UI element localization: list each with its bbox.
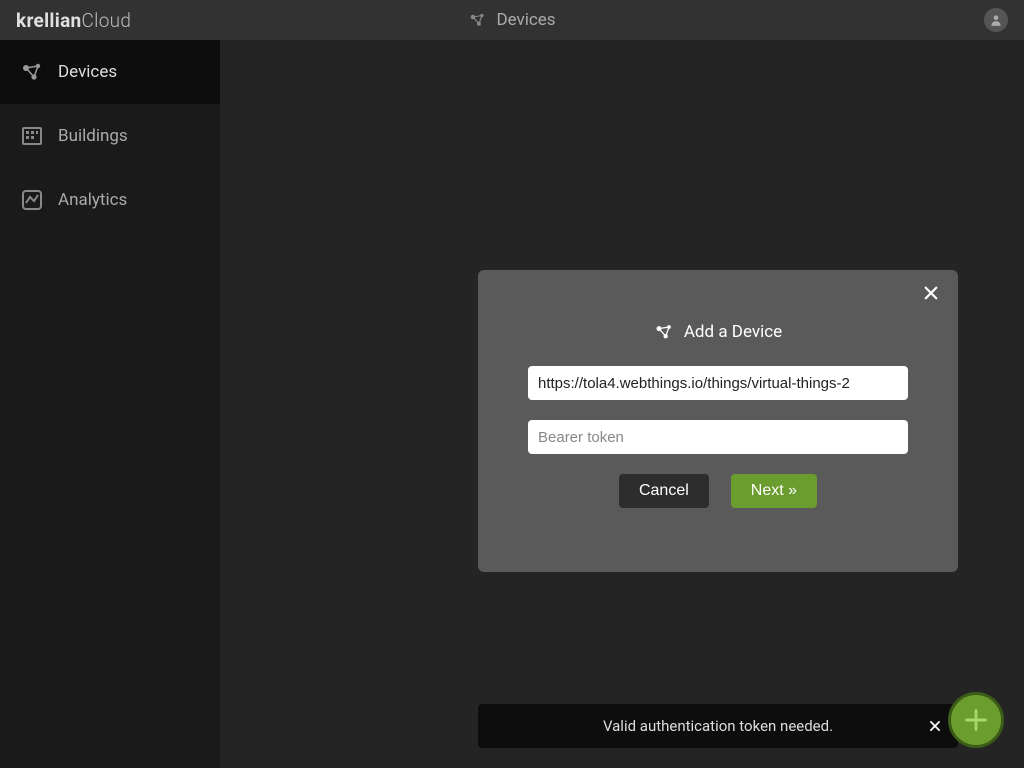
next-button[interactable]: Next » [731, 474, 817, 508]
sidebar-item-buildings[interactable]: Buildings [0, 104, 220, 168]
sidebar-item-label: Analytics [58, 190, 127, 210]
bearer-token-input[interactable] [528, 420, 908, 454]
close-icon [928, 719, 942, 733]
brand-logo[interactable]: krellianCloud [16, 9, 131, 32]
brand-bold: krellian [16, 9, 82, 32]
brand-light: Cloud [82, 9, 132, 32]
add-device-fab[interactable] [948, 692, 1004, 748]
sidebar-item-label: Buildings [58, 126, 128, 146]
topbar-title: Devices [468, 10, 555, 30]
sidebar-item-label: Devices [58, 62, 117, 82]
sidebar-item-analytics[interactable]: Analytics [0, 168, 220, 232]
devices-icon [20, 60, 44, 84]
buildings-icon [20, 124, 44, 148]
devices-icon [654, 322, 674, 342]
devices-icon [468, 11, 486, 29]
sidebar: Devices Buildings Analytics [0, 40, 220, 768]
cancel-button[interactable]: Cancel [619, 474, 709, 508]
close-icon [922, 284, 940, 302]
add-device-modal: Add a Device Cancel Next » [478, 270, 958, 572]
device-url-input[interactable] [528, 366, 908, 400]
plus-icon [962, 706, 990, 734]
toast-notification: Valid authentication token needed. [478, 704, 958, 748]
main-content: Add a Device Cancel Next » Valid authent… [220, 40, 1024, 768]
sidebar-item-devices[interactable]: Devices [0, 40, 220, 104]
modal-title-text: Add a Device [684, 322, 782, 342]
modal-close-button[interactable] [922, 284, 940, 302]
toast-close-button[interactable] [928, 719, 942, 733]
user-menu[interactable] [984, 8, 1008, 32]
topbar-title-text: Devices [496, 10, 555, 30]
topbar: krellianCloud Devices [0, 0, 1024, 40]
user-icon [989, 13, 1003, 27]
modal-title: Add a Device [502, 322, 934, 342]
modal-actions: Cancel Next » [502, 474, 934, 508]
topbar-right [984, 8, 1008, 32]
analytics-icon [20, 188, 44, 212]
toast-message: Valid authentication token needed. [603, 717, 833, 735]
